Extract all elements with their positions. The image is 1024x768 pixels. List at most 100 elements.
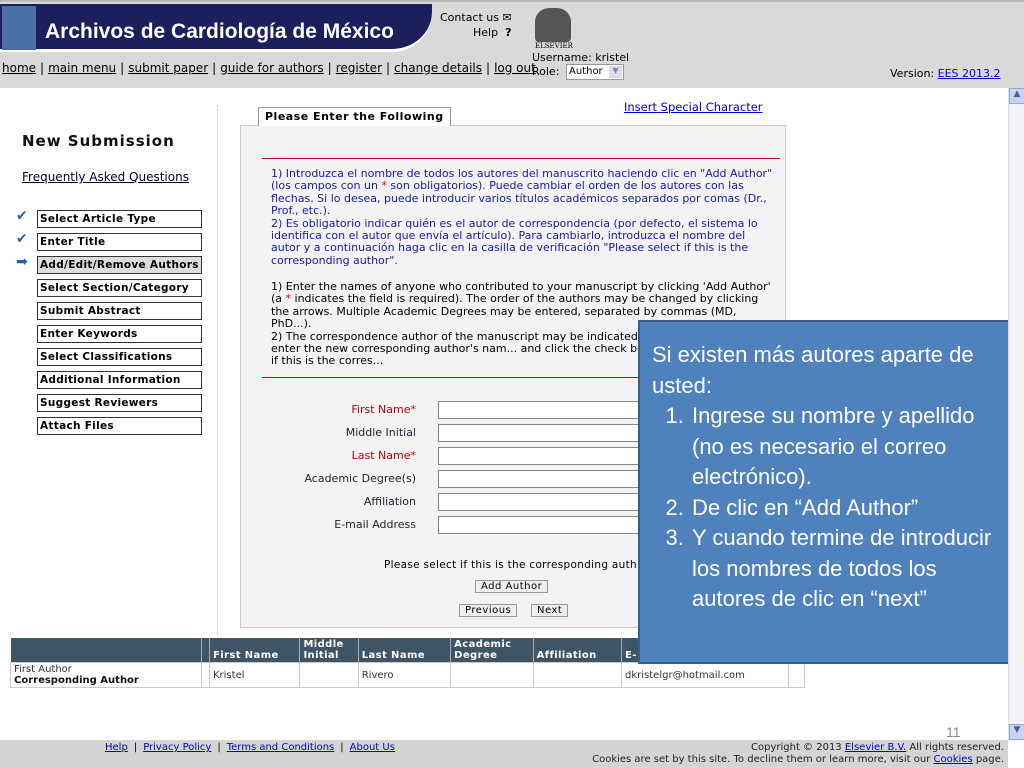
- nav-register[interactable]: register: [336, 61, 382, 75]
- checkmark-icon: ✔: [16, 231, 28, 247]
- step-add-edit-remove-authors[interactable]: Add/Edit/Remove Authors: [37, 256, 202, 274]
- previous-button[interactable]: Previous: [459, 604, 518, 617]
- first-cell: Kristel: [208, 662, 301, 688]
- scroll-down-icon[interactable]: ▼: [1009, 724, 1024, 740]
- journal-logo: [2, 6, 36, 50]
- slide-number: 11: [946, 724, 961, 740]
- footer-link-terms-and-conditions[interactable]: Terms and Conditions: [227, 742, 335, 753]
- nav-separator: |: [386, 61, 391, 75]
- step-enter-title[interactable]: Enter Title: [37, 233, 202, 251]
- last-name-input[interactable]: [438, 447, 648, 465]
- footer-link-privacy-policy[interactable]: Privacy Policy: [143, 742, 211, 753]
- footer-separator: |: [133, 742, 138, 753]
- vertical-scrollbar[interactable]: ▲ ▼: [1008, 88, 1024, 740]
- scroll-up-icon[interactable]: ▲: [1009, 88, 1024, 104]
- e-mail-address-input[interactable]: [438, 516, 648, 534]
- instruction-callout: Si existen más autores aparte de usted: …: [638, 320, 1024, 664]
- column-header: Last Name: [358, 638, 452, 663]
- step-select-article-type[interactable]: Select Article Type: [37, 210, 202, 228]
- first-name-label: First Name*: [351, 403, 416, 416]
- email-cell: dkristelgr@hotmail.com: [621, 662, 789, 688]
- step-submit-abstract[interactable]: Submit Abstract: [37, 302, 202, 320]
- nav-separator: |: [40, 61, 45, 75]
- step-select-section-category[interactable]: Select Section/Category: [37, 279, 202, 297]
- callout-step: De clic en “Add Author”: [690, 493, 1012, 524]
- nav-separator: |: [120, 61, 125, 75]
- divider: [217, 105, 218, 635]
- nav-change-details[interactable]: change details: [394, 61, 482, 75]
- publisher-logo-text: ELSEVIER: [535, 42, 573, 50]
- nav-separator: |: [486, 61, 491, 75]
- add-author-button[interactable]: Add Author: [475, 580, 549, 593]
- column-header: Middle Initial: [299, 638, 359, 663]
- footer: Help | Privacy Policy | Terms and Conditions…: [0, 740, 1008, 768]
- nav-log-out[interactable]: log out: [494, 61, 536, 75]
- academic-degree-s-label: Academic Degree(s): [304, 472, 416, 485]
- next-button[interactable]: Next: [531, 604, 569, 617]
- affiliation-input[interactable]: [438, 493, 648, 511]
- contact-us-link[interactable]: Contact us ✉: [440, 11, 512, 24]
- step-select-classifications[interactable]: Select Classifications: [37, 348, 202, 366]
- version-link[interactable]: EES 2013.2: [938, 67, 1001, 80]
- middle-cell: [299, 662, 359, 688]
- first-author-label: First Author: [14, 664, 72, 675]
- order-cell: [200, 662, 210, 688]
- callout-step: Ingrese su nombre y apellido (no es nece…: [690, 401, 1012, 493]
- step-attach-files[interactable]: Attach Files: [37, 417, 202, 435]
- elsevier-tree-logo: [535, 8, 571, 42]
- nav-main-menu[interactable]: main menu: [48, 61, 116, 75]
- last-cell: Rivero: [357, 662, 452, 688]
- header: Archivos de Cardiología de México Contac…: [0, 0, 1024, 88]
- chevron-down-icon: ▼: [609, 66, 622, 78]
- nav-separator: |: [327, 61, 332, 75]
- column-header: Academic Degree: [450, 638, 534, 663]
- degree-cell: [450, 662, 534, 688]
- callout-step: Y cuando termine de introducir los nombr…: [690, 523, 1012, 615]
- help-link[interactable]: Help ?: [473, 26, 511, 39]
- affiliation-label: Affiliation: [363, 495, 416, 508]
- middle-initial-label: Middle Initial: [345, 426, 416, 439]
- mail-icon: ✉: [502, 11, 512, 24]
- copyright: Copyright © 2013 Elsevier B.V. All right…: [751, 742, 1004, 753]
- footer-link-about-us[interactable]: About Us: [350, 742, 395, 753]
- column-header: First Name: [209, 638, 301, 663]
- academic-degree-s-input[interactable]: [438, 470, 648, 488]
- footer-separator: |: [340, 742, 344, 753]
- corresponding-author-label: Corresponding Author: [14, 675, 139, 686]
- version: Version: EES 2013.2: [890, 67, 1001, 80]
- step-additional-information[interactable]: Additional Information: [37, 371, 202, 389]
- nav-home[interactable]: home: [2, 61, 36, 75]
- page-title: New Submission: [22, 132, 175, 150]
- checkmark-icon: ✔: [16, 208, 28, 224]
- step-enter-keywords[interactable]: Enter Keywords: [37, 325, 202, 343]
- nav-guide-for-authors[interactable]: guide for authors: [220, 61, 323, 75]
- arrow-right-icon: ➡: [16, 254, 28, 270]
- step-suggest-reviewers[interactable]: Suggest Reviewers: [37, 394, 202, 412]
- help-icon: ?: [505, 26, 512, 39]
- column-header: [201, 638, 210, 663]
- cookies-link[interactable]: Cookies: [934, 754, 973, 765]
- instructions-spanish: 1) Introduzca el nombre de todos los aut…: [271, 167, 773, 267]
- main-nav: home | main menu | submit paper | guide for au…: [2, 61, 536, 75]
- divider: [262, 158, 780, 159]
- middle-initial-input[interactable]: [438, 424, 648, 442]
- footer-link-help[interactable]: Help: [105, 742, 128, 753]
- faq-link[interactable]: Frequently Asked Questions: [22, 170, 189, 184]
- insert-special-character-link[interactable]: Insert Special Character: [624, 100, 763, 114]
- cookies-notice: Cookies are set by this site. To decline…: [592, 754, 1004, 765]
- elsevier-link[interactable]: Elsevier B.V.: [845, 742, 906, 753]
- column-header: [10, 638, 202, 663]
- action-cell: [787, 662, 806, 688]
- corresponding-author-label: Please select if this is the correspondi…: [384, 559, 637, 571]
- role-label: Role:: [532, 65, 560, 78]
- affiliation-cell: [532, 662, 623, 688]
- journal-title: Archivos de Cardiología de México: [45, 20, 394, 43]
- table-row: First Author Corresponding Author Kristel R…: [10, 662, 806, 688]
- first-name-input[interactable]: [438, 401, 648, 419]
- nav-separator: |: [212, 61, 217, 75]
- author-role-cell: First Author Corresponding Author: [10, 662, 202, 688]
- column-header: Affiliation: [533, 638, 623, 663]
- e-mail-address-label: E-mail Address: [334, 518, 416, 531]
- role-select[interactable]: Author ▼: [566, 64, 624, 80]
- nav-submit-paper[interactable]: submit paper: [128, 61, 208, 75]
